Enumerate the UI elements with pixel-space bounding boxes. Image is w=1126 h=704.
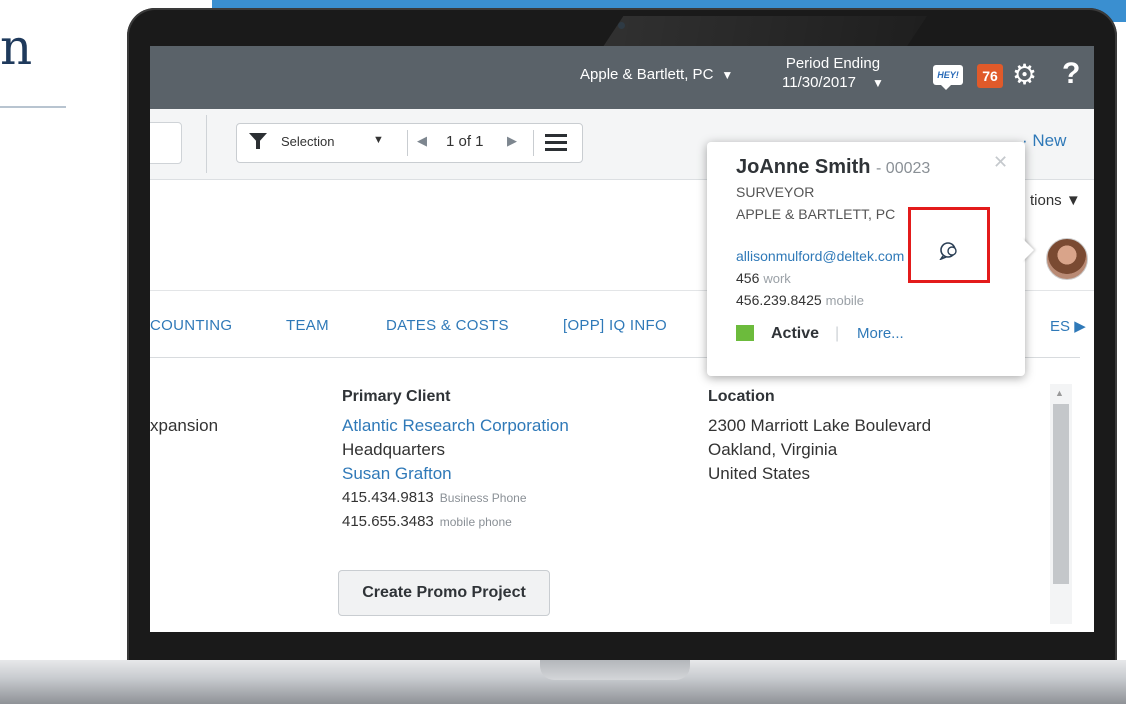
scroll-up-icon[interactable]: ▲ (1055, 388, 1064, 398)
left-field-value: xpansion (150, 416, 219, 435)
list-view-icon[interactable] (545, 132, 567, 152)
selection-dropdown[interactable]: Selection (281, 134, 334, 149)
work-number: 456 (736, 270, 760, 286)
new-record-link[interactable]: · New (1022, 131, 1066, 151)
period-date: 11/30/2017 (782, 74, 856, 91)
phone-type: mobile phone (439, 515, 512, 529)
tab-overflow[interactable]: ES ▶ (1050, 317, 1086, 335)
phone-number: 415.434.9813 (342, 489, 434, 506)
toolbar-separator (533, 130, 534, 156)
status-indicator-icon (736, 325, 754, 341)
search-input[interactable] (150, 122, 182, 164)
location-line: United States (708, 464, 811, 483)
phone-type: Business Phone (439, 491, 527, 505)
heading-rule (0, 106, 66, 108)
contact-email-link[interactable]: allisonmulford@deltek.com (736, 248, 904, 264)
client-contact-link[interactable]: Susan Grafton (342, 464, 452, 484)
period-selector[interactable]: Period Ending 11/30/2017 ▼ (782, 54, 884, 93)
status-label: Active (771, 325, 820, 342)
page-heading-fragment: n (0, 18, 33, 76)
actions-menu[interactable]: tions ▼ (1030, 192, 1081, 209)
gear-icon[interactable]: ⚙ (1012, 60, 1037, 90)
mobile-label: mobile (825, 293, 864, 308)
more-link[interactable]: More... (857, 325, 904, 342)
selection-toolbar-group: Selection ▼ ◀ 1 of 1 ▶ (236, 123, 583, 163)
client-phone-2: 415.655.3483 mobile phone (342, 513, 512, 530)
scrollbar-thumb[interactable] (1053, 404, 1069, 584)
app-screen: Apple & Bartlett, PC ▼ Period Ending 11/3… (150, 46, 1094, 632)
new-label: New (1032, 131, 1067, 150)
tab-opp-iq-info[interactable]: [OPP] IQ INFO (563, 317, 667, 334)
caret-down-icon: ▼ (871, 76, 884, 90)
location-line: 2300 Marriott Lake Boulevard (708, 416, 932, 435)
avatar[interactable] (1046, 238, 1088, 280)
previous-record-icon[interactable]: ◀ (417, 133, 427, 149)
contact-title: SURVEYOR (736, 184, 815, 200)
status-separator: | (835, 325, 840, 342)
tab-team[interactable]: TEAM (286, 317, 329, 334)
highlight-annotation-box (908, 207, 990, 283)
next-record-icon[interactable]: ▶ (507, 133, 517, 149)
location-line: Oakland, Virginia (708, 440, 838, 459)
client-office: Headquarters (342, 440, 446, 459)
toolbar-divider (206, 115, 207, 173)
phone-number: 415.655.3483 (342, 513, 434, 530)
caret-down-icon[interactable]: ▼ (373, 134, 384, 146)
tab-accounting[interactable]: COUNTING (150, 317, 232, 334)
top-bar: Apple & Bartlett, PC ▼ Period Ending 11/3… (150, 46, 1094, 109)
filter-icon-stem (256, 141, 260, 149)
period-label: Period Ending (785, 55, 881, 72)
toolbar-separator (407, 130, 408, 156)
caret-down-icon: ▼ (721, 68, 734, 82)
laptop-notch (540, 660, 690, 680)
company-selector[interactable]: Apple & Bartlett, PC ▼ (580, 66, 733, 83)
work-label: work (763, 271, 791, 286)
contact-id: - 00023 (876, 160, 931, 177)
company-name: Apple & Bartlett, PC (580, 66, 714, 83)
chevron-right-icon: ▶ (1074, 318, 1086, 335)
camera-icon (618, 22, 625, 29)
contact-name-text: JoAnne Smith (736, 156, 871, 178)
create-promo-project-button[interactable]: Create Promo Project (338, 570, 550, 616)
contact-company: APPLE & BARTLETT, PC (736, 206, 896, 222)
close-icon[interactable]: ✕ (993, 152, 1008, 173)
primary-client-heading: Primary Client (342, 388, 451, 405)
contact-mobile-phone: 456.239.8425 mobile (736, 292, 864, 308)
hey-chat-icon[interactable]: HEY! (933, 65, 963, 90)
location-heading: Location (708, 388, 775, 405)
mobile-number: 456.239.8425 (736, 292, 822, 308)
help-icon[interactable]: ? (1062, 57, 1080, 91)
tab-overflow-label: ES (1050, 318, 1071, 335)
record-details: xpansion tural Primary Client Atlantic R… (150, 362, 1094, 632)
record-pager: 1 of 1 (446, 133, 484, 150)
actions-label: tions (1030, 192, 1062, 209)
contact-work-phone: 456 work (736, 270, 791, 286)
contact-name: JoAnne Smith - 00023 (736, 156, 930, 179)
popover-arrow (1022, 238, 1034, 262)
client-name-link[interactable]: Atlantic Research Corporation (342, 416, 569, 436)
tab-dates-costs[interactable]: DATES & COSTS (386, 317, 509, 334)
caret-down-icon: ▼ (1065, 192, 1081, 209)
client-phone-1: 415.434.9813 Business Phone (342, 489, 527, 506)
notification-badge[interactable]: 76 (977, 64, 1003, 88)
